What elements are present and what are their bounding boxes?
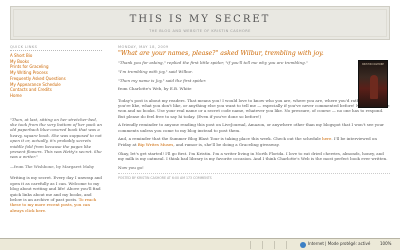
sidebar-heading: QUICK LINKS [10, 45, 102, 51]
sidebar-quote-source: —from The Wishbone, by Margaret Mahy [10, 163, 95, 169]
post-body: KRISTIN CASHORE "Thank you for asking," … [118, 60, 390, 170]
post-title[interactable]: "What are your names, please?" asked Wil… [118, 50, 390, 57]
post-footer[interactable]: POSTED BY KRISTIN CASHORE AT 6:00 AM 173… [118, 173, 390, 180]
status-zone-text: Internet | Mode protégé: activé [308, 241, 371, 246]
schedule-link[interactable]: here [322, 136, 331, 141]
post-paragraph: "I'm trembling with joy," said Wilbur. [118, 68, 193, 74]
status-divider [286, 241, 287, 249]
post-paragraph: Today's post is about my readers. That m… [118, 97, 390, 119]
main-content: MONDAY, MAY 18, 2009 "What are your name… [118, 45, 390, 235]
sidebar-about: Writing is my secret. Every day I unwrap… [10, 175, 102, 213]
sidebar-quote: "Then, at last, sitting on her stretcher… [10, 116, 102, 160]
browser-status-bar: Internet | Mode protégé: activé 100% [0, 238, 400, 250]
post-text: , and rumor is, she'll be doing a Gracel… [173, 141, 280, 147]
blog-title[interactable]: THIS IS MY SECRET [11, 14, 389, 25]
interview-link[interactable]: Bip Writes Muses [138, 142, 174, 147]
sidebar-link-home[interactable]: Home [10, 93, 102, 99]
post-paragraph: "Thank you for asking," replied the firs… [118, 60, 308, 65]
status-divider [250, 241, 251, 249]
post-date: MONDAY, MAY 18, 2009 [118, 45, 169, 49]
internet-zone-icon [300, 242, 306, 248]
post-text: And, a reminder that the Summer Blog Bla… [118, 136, 323, 142]
post-paragraph: A friendly reminder to anyone reading th… [118, 122, 384, 133]
book-cover-image[interactable]: KRISTIN CASHORE [358, 60, 388, 108]
book-cover-figure [370, 75, 378, 99]
book-cover-author: KRISTIN CASHORE [362, 63, 384, 66]
post-paragraph: Now you go! [118, 164, 144, 170]
zoom-level[interactable]: 100% [380, 241, 391, 246]
post-paragraph-reminder: And, a reminder that the Summer Blog Bla… [118, 136, 390, 147]
blog-header: THIS IS MY SECRET THE BLOG AND WEBSITE O… [10, 6, 390, 40]
status-divider [262, 241, 263, 249]
sidebar: QUICK LINKS A Short Bio My Books Prints … [10, 45, 102, 235]
post-paragraph: from Charlotte's Web, by E.B. White [118, 86, 192, 92]
blog-description: THE BLOG AND WEBSITE OF KRISTIN CASHORE [149, 29, 251, 33]
status-divider [274, 241, 275, 249]
post-paragraph: "Then my name is Joy," said the first sp… [118, 77, 207, 83]
post-paragraph: Okay, let's get started! I'll go first. … [118, 150, 388, 161]
